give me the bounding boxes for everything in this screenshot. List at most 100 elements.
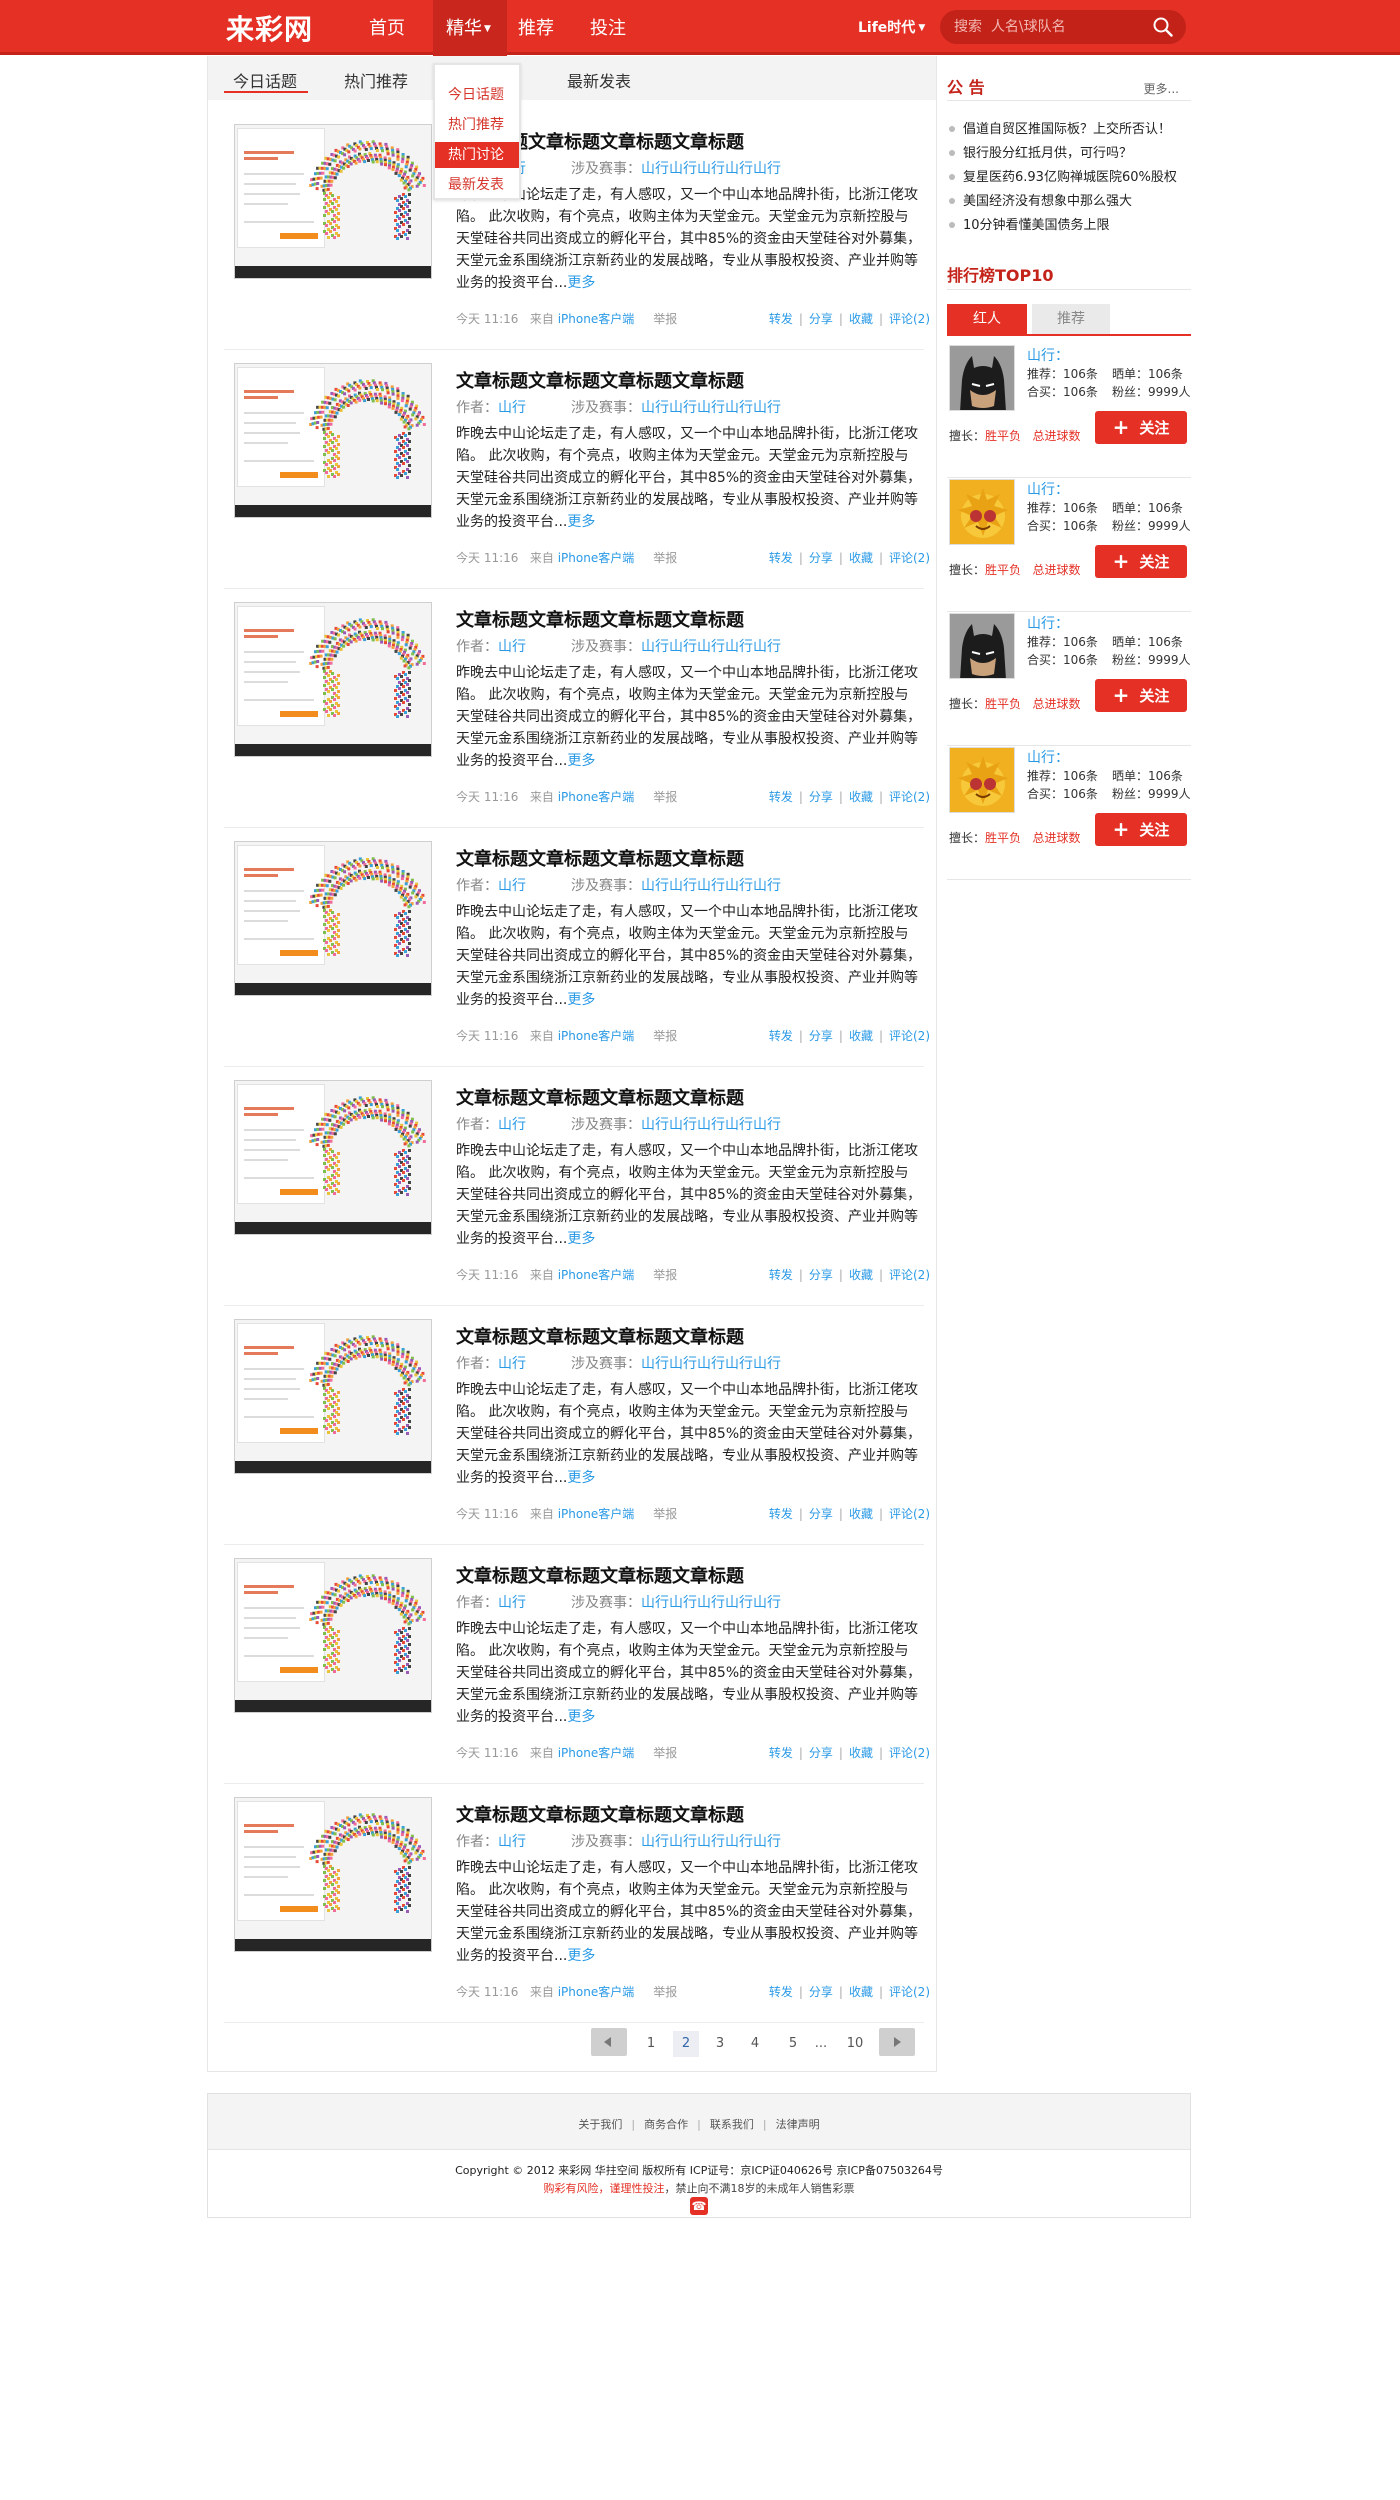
favorite-link[interactable]: 收藏 [849,1029,873,1043]
ranker-name[interactable]: 山行： [1027,345,1069,365]
page-link-current[interactable]: 2 [673,2031,699,2057]
batman-avatar[interactable] [949,345,1015,411]
dropdown-item-latest[interactable]: 最新发表 [435,172,519,198]
author-link[interactable]: 山行 [498,878,526,894]
footer-link-contact[interactable]: 联系我们 [710,2118,754,2131]
article-thumbnail[interactable] [234,124,432,279]
forward-link[interactable]: 转发 [769,1268,793,1282]
follow-button[interactable]: + 关注 [1095,545,1187,578]
forward-link[interactable]: 转发 [769,312,793,326]
tab-today[interactable]: 今日话题 [233,68,297,92]
author-link[interactable]: 山行 [498,1834,526,1850]
page-link-3[interactable]: 3 [708,2031,732,2057]
article-title[interactable]: 文章标题文章标题文章标题文章标题 [456,606,744,632]
client-link[interactable]: iPhone客户端 [558,1507,635,1521]
specialty-link[interactable]: 总进球数 [1032,831,1080,845]
article-thumbnail[interactable] [234,602,432,757]
comment-link[interactable]: 评论(2) [889,312,930,326]
fruit-avatar[interactable] [949,479,1015,545]
favorite-link[interactable]: 收藏 [849,1507,873,1521]
author-link[interactable]: 山行 [498,639,526,655]
ranking-tab-hot[interactable]: 红人 [947,304,1027,334]
tab-latest[interactable]: 最新发表 [567,68,631,92]
fruit-avatar[interactable] [949,747,1015,813]
ranker-name[interactable]: 山行： [1027,747,1069,767]
article-title[interactable]: 文章标题文章标题文章标题文章标题 [456,1562,744,1588]
report-link[interactable]: 举报 [653,312,677,326]
share-link[interactable]: 分享 [809,551,833,565]
involve-link[interactable]: 山行山行山行山行山行 [641,1595,781,1611]
specialty-link[interactable]: 胜平负 [985,697,1021,711]
article-title[interactable]: 文章标题文章标题文章标题文章标题 [456,845,744,871]
ranker-name[interactable]: 山行： [1027,613,1069,633]
forward-link[interactable]: 转发 [769,1985,793,1999]
favorite-link[interactable]: 收藏 [849,1746,873,1760]
follow-button[interactable]: + 关注 [1095,411,1187,444]
report-link[interactable]: 举报 [653,1985,677,1999]
more-link[interactable]: 更多 [567,753,595,769]
article-title[interactable]: 文章标题文章标题文章标题文章标题 [456,1323,744,1349]
specialty-link[interactable]: 胜平负 [985,831,1021,845]
tab-hot[interactable]: 热门推荐 [344,68,408,92]
forward-link[interactable]: 转发 [769,1746,793,1760]
follow-button[interactable]: + 关注 [1095,813,1187,846]
involve-link[interactable]: 山行山行山行山行山行 [641,1834,781,1850]
share-link[interactable]: 分享 [809,1507,833,1521]
nav-home[interactable]: 首页 [369,14,405,40]
search-icon[interactable] [1153,17,1173,37]
article-thumbnail[interactable] [234,1558,432,1713]
page-link-1[interactable]: 1 [639,2031,663,2057]
dropdown-item-hot-discuss[interactable]: 热门讨论 [435,142,519,168]
dropdown-item-hot-recommend[interactable]: 热门推荐 [435,112,519,138]
more-link[interactable]: 更多 [567,275,595,291]
specialty-link[interactable]: 总进球数 [1032,429,1080,443]
client-link[interactable]: iPhone客户端 [558,1268,635,1282]
page-link-4[interactable]: 4 [743,2031,767,2057]
favorite-link[interactable]: 收藏 [849,1985,873,1999]
share-link[interactable]: 分享 [809,1268,833,1282]
article-title[interactable]: 文章标题文章标题文章标题文章标题 [456,367,744,393]
client-link[interactable]: iPhone客户端 [558,1985,635,1999]
search-input[interactable] [954,17,1144,37]
report-link[interactable]: 举报 [653,1268,677,1282]
article-thumbnail[interactable] [234,1319,432,1474]
forward-link[interactable]: 转发 [769,1029,793,1043]
nav-recommend[interactable]: 推荐 [518,14,554,40]
comment-link[interactable]: 评论(2) [889,790,930,804]
notice-item[interactable]: 倡道自贸区推国际板？上交所否认！ [947,118,1171,137]
involve-link[interactable]: 山行山行山行山行山行 [641,1356,781,1372]
client-link[interactable]: iPhone客户端 [558,1029,635,1043]
specialty-link[interactable]: 胜平负 [985,429,1021,443]
comment-link[interactable]: 评论(2) [889,551,930,565]
author-link[interactable]: 山行 [498,1595,526,1611]
article-title[interactable]: 文章标题文章标题文章标题文章标题 [456,1084,744,1110]
article-thumbnail[interactable] [234,1797,432,1952]
involve-link[interactable]: 山行山行山行山行山行 [641,1117,781,1133]
favorite-link[interactable]: 收藏 [849,312,873,326]
favorite-link[interactable]: 收藏 [849,790,873,804]
share-link[interactable]: 分享 [809,1029,833,1043]
client-link[interactable]: iPhone客户端 [558,312,635,326]
forward-link[interactable]: 转发 [769,1507,793,1521]
article-title[interactable]: 文章标题文章标题文章标题文章标题 [456,1801,744,1827]
page-link-10[interactable]: 10 [840,2031,870,2057]
follow-button[interactable]: + 关注 [1095,679,1187,712]
prev-page-button[interactable] [591,2028,627,2056]
report-link[interactable]: 举报 [653,1029,677,1043]
article-thumbnail[interactable] [234,1080,432,1235]
author-link[interactable]: 山行 [498,1117,526,1133]
report-link[interactable]: 举报 [653,1507,677,1521]
specialty-link[interactable]: 总进球数 [1032,563,1080,577]
involve-link[interactable]: 山行山行山行山行山行 [641,639,781,655]
client-link[interactable]: iPhone客户端 [558,790,635,804]
report-link[interactable]: 举报 [653,1746,677,1760]
author-link[interactable]: 山行 [498,400,526,416]
more-link[interactable]: 更多 [567,1470,595,1486]
author-link[interactable]: 山行 [498,1356,526,1372]
life-menu[interactable]: Life时代 ▼ [858,17,925,37]
notice-more-link[interactable]: 更多... [1144,80,1179,97]
more-link[interactable]: 更多 [567,514,595,530]
specialty-link[interactable]: 总进球数 [1032,697,1080,711]
involve-link[interactable]: 山行山行山行山行山行 [641,878,781,894]
comment-link[interactable]: 评论(2) [889,1029,930,1043]
